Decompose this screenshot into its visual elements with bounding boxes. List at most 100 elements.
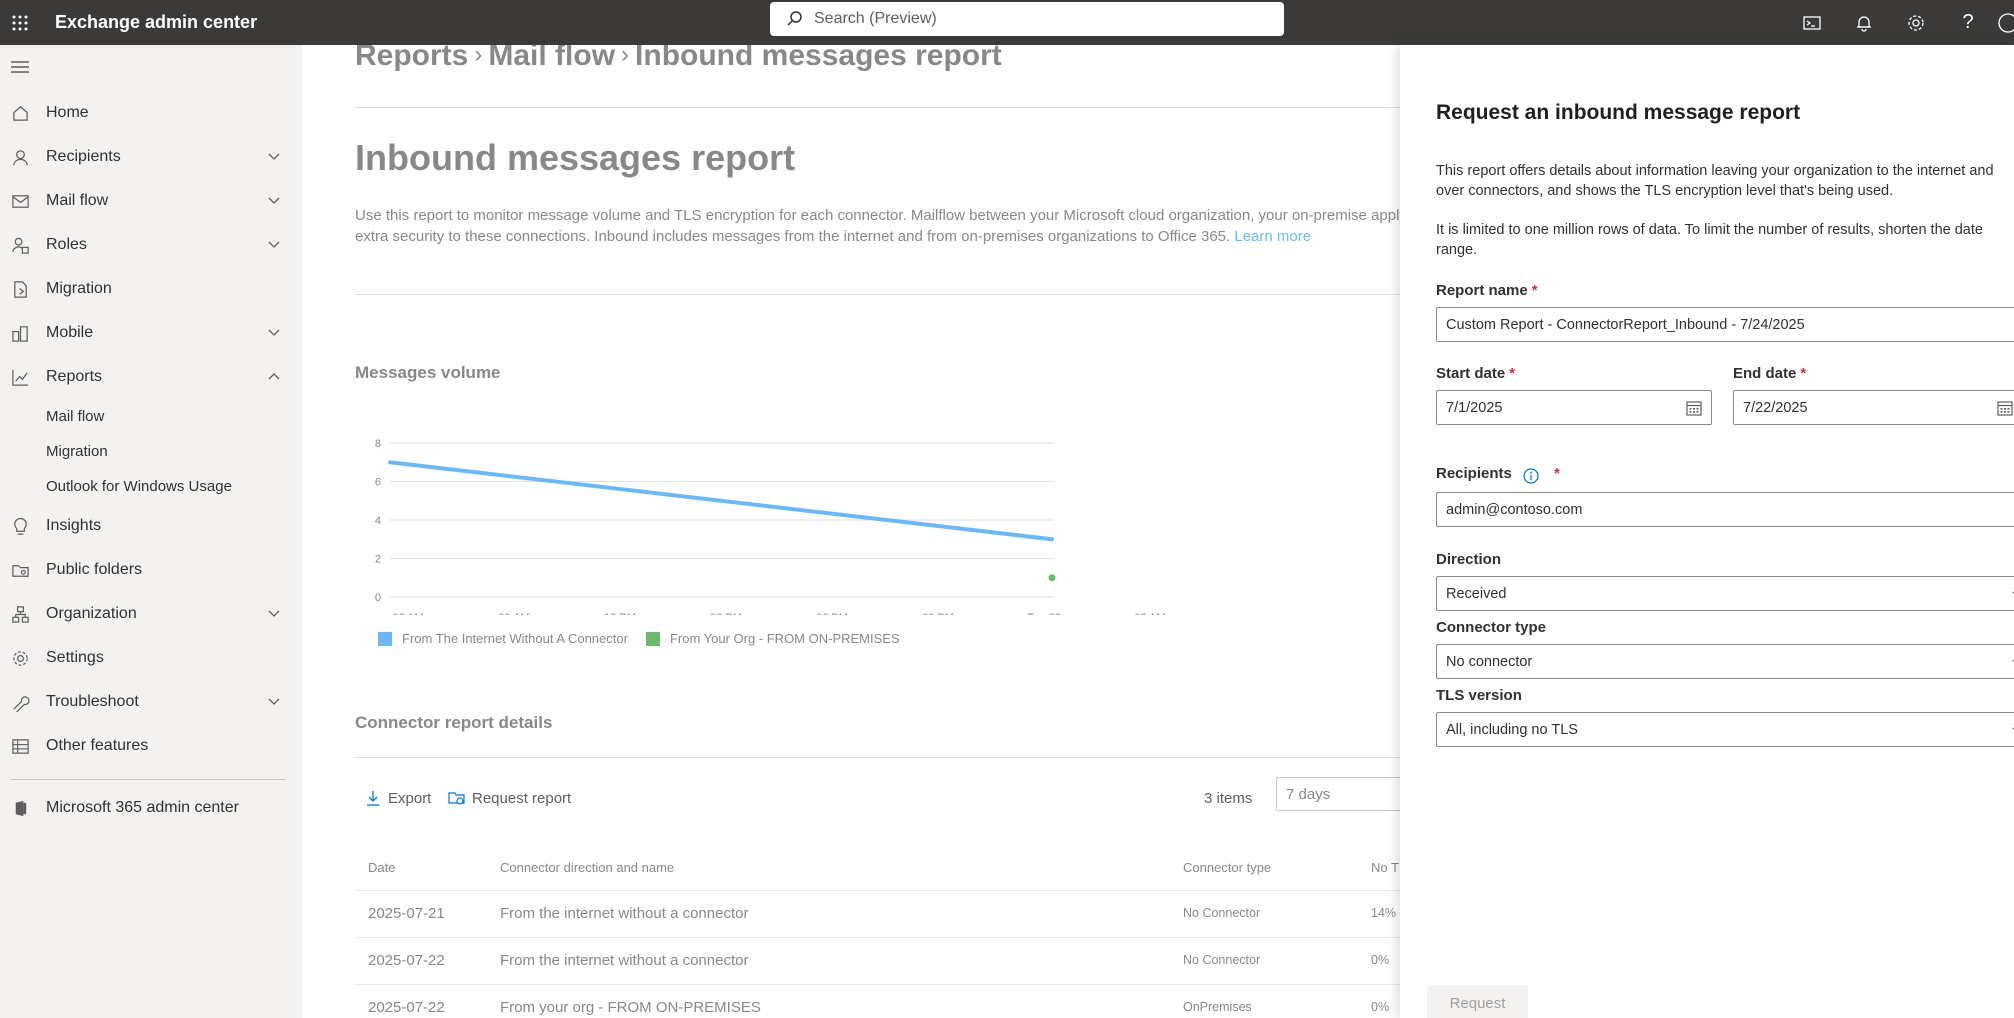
nav-divider [10, 779, 285, 780]
calendar-icon[interactable] [1685, 399, 1703, 417]
sidebar-item-label: Home [46, 104, 89, 121]
mobile-icon [0, 324, 40, 343]
sidebar-item-settings[interactable]: Settings [0, 640, 302, 676]
sidebar-item-label: Recipients [46, 148, 121, 165]
request-report-button[interactable]: Request report [448, 783, 571, 813]
series-line-internet [388, 460, 1054, 542]
column-header-no-tls[interactable]: No T [1371, 860, 1399, 875]
sidebar: Home Recipients Mail flow Roles Migratio… [0, 45, 302, 1018]
office-icon [0, 799, 40, 818]
bell-icon[interactable] [1838, 0, 1890, 45]
connector-type-label: Connector type [1436, 619, 1547, 636]
chevron-down-icon[interactable] [266, 193, 282, 209]
sidebar-item-organization[interactable]: Organization [0, 596, 302, 632]
period-dropdown[interactable]: 7 days [1276, 777, 1400, 811]
panel-description: This report offers details about informa… [1436, 163, 1994, 199]
sidebar-item-mail-flow[interactable]: Mail flow [0, 183, 302, 219]
cell-connector: From the internet without a connector [500, 905, 749, 922]
column-header-type[interactable]: Connector type [1183, 860, 1271, 875]
sidebar-item-label: Microsoft 365 admin center [46, 799, 239, 816]
chevron-up-icon[interactable] [266, 369, 282, 385]
search-placeholder: Search (Preview) [814, 10, 937, 27]
panel-limit-note: It is limited to one million rows of dat… [1436, 222, 1983, 258]
learn-more-link[interactable]: Learn more [1234, 228, 1311, 245]
required-mark: * [1509, 365, 1516, 382]
person-icon [0, 148, 40, 167]
sidebar-item-migration[interactable]: Migration [0, 271, 302, 307]
org-icon [0, 605, 40, 624]
column-header-date[interactable]: Date [368, 860, 395, 875]
required-mark: * [1531, 282, 1538, 299]
connector-type-dropdown[interactable]: No connector [1436, 644, 2014, 679]
report-name-field[interactable]: Custom Report - ConnectorReport_Inbound … [1436, 307, 2014, 342]
x-tick-label: 03 PM [710, 612, 742, 615]
x-tick-label: 06 AM [392, 612, 423, 615]
chevron-down-icon[interactable] [266, 694, 282, 710]
start-date-field[interactable]: 7/1/2025 [1436, 390, 1712, 425]
info-icon[interactable] [1522, 467, 1540, 485]
sidebar-item-home[interactable]: Home [0, 95, 302, 131]
sidebar-subitem-outlook-usage[interactable]: Outlook for Windows Usage [46, 471, 232, 501]
end-date-field[interactable]: 7/22/2025 [1733, 390, 2014, 425]
start-date-value: 7/1/2025 [1446, 399, 1503, 416]
sidebar-item-label: Migration [46, 280, 112, 297]
export-label: Export [388, 789, 432, 807]
x-tick-label: 12 PM [604, 612, 636, 615]
sidebar-item-insights[interactable]: Insights [0, 508, 302, 544]
label-text: Start date [1436, 365, 1506, 382]
sidebar-item-label: Mail flow [46, 192, 109, 209]
cell-date: 2025-07-22 [368, 999, 445, 1016]
grid-icon [0, 737, 40, 756]
sidebar-item-mobile[interactable]: Mobile [0, 315, 302, 351]
export-button[interactable]: Export [364, 783, 431, 813]
waffle-icon[interactable] [0, 0, 40, 45]
tls-version-dropdown[interactable]: All, including no TLS [1436, 712, 2014, 747]
direction-label: Direction [1436, 551, 1502, 568]
request-button[interactable]: Request [1427, 985, 1528, 1018]
sidebar-subitem-migration[interactable]: Migration [46, 436, 108, 466]
calendar-icon[interactable] [1996, 399, 2014, 417]
sidebar-item-public-folders[interactable]: Public folders [0, 552, 302, 588]
roles-icon [0, 236, 40, 255]
chevron-down-icon[interactable] [266, 237, 282, 253]
help-icon[interactable]: ? [1942, 0, 1994, 45]
search-input[interactable]: Search (Preview) [770, 2, 1284, 36]
home-icon [0, 104, 40, 123]
direction-dropdown[interactable]: Received [1436, 576, 2014, 611]
chart-icon [0, 368, 40, 387]
chevron-down-icon[interactable] [266, 606, 282, 622]
gear-icon[interactable] [1890, 0, 1942, 45]
divider [355, 294, 1400, 295]
sidebar-item-troubleshoot[interactable]: Troubleshoot [0, 684, 302, 720]
legend-label: From Your Org - FROM ON-PREMISES [669, 631, 900, 646]
tls-version-label: TLS version [1436, 687, 1522, 704]
recipients-field[interactable]: admin@contoso.com [1436, 492, 2014, 527]
cell-type: No Connector [1183, 906, 1261, 920]
cloud-shell-icon[interactable] [1786, 0, 1838, 45]
sidebar-subitem-mail-flow[interactable]: Mail flow [46, 401, 104, 431]
legend-item[interactable]: From The Internet Without A Connector [378, 631, 628, 646]
app-title[interactable]: Exchange admin center [55, 12, 257, 33]
sidebar-item-label: Roles [46, 236, 87, 253]
avatar[interactable] [1994, 0, 2014, 45]
legend-item[interactable]: From Your Org - FROM ON-PREMISES [645, 631, 900, 646]
hamburger-icon[interactable] [10, 59, 30, 75]
sidebar-item-roles[interactable]: Roles [0, 227, 302, 263]
required-mark: * [1800, 365, 1807, 382]
breadcrumb-mail-flow[interactable]: Mail flow [488, 45, 615, 72]
chevron-down-icon[interactable] [266, 149, 282, 165]
sidebar-item-recipients[interactable]: Recipients [0, 139, 302, 175]
cell-date: 2025-07-22 [368, 952, 445, 969]
sidebar-item-reports[interactable]: Reports [0, 359, 302, 395]
tls-version-value: All, including no TLS [1446, 721, 1578, 738]
end-date-label: End date * [1733, 365, 1806, 382]
sidebar-item-m365-admin[interactable]: Microsoft 365 admin center [0, 790, 302, 826]
column-header-connector[interactable]: Connector direction and name [500, 860, 674, 875]
breadcrumb-reports[interactable]: Reports [355, 45, 468, 72]
x-tick-label: 09 PM [922, 612, 954, 615]
breadcrumb-current: Inbound messages report [635, 45, 1002, 72]
sidebar-item-other-features[interactable]: Other features [0, 728, 302, 764]
legend-swatch [378, 631, 392, 646]
search-icon [786, 10, 814, 28]
chevron-down-icon[interactable] [266, 325, 282, 341]
